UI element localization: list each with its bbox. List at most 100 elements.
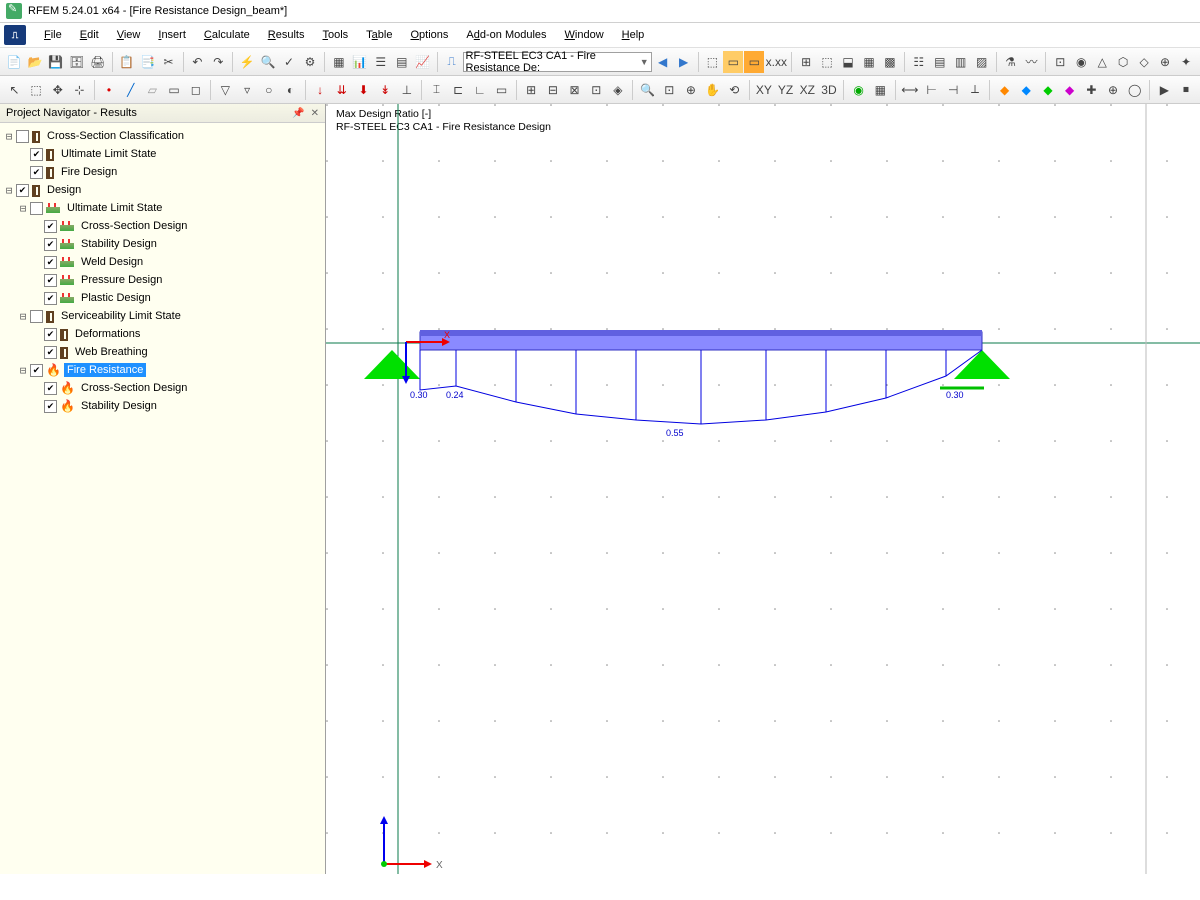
- tree-fire-resistance[interactable]: ⊟🔥 Fire Resistance: [2, 361, 323, 379]
- save-icon[interactable]: 💾: [46, 51, 66, 73]
- dim1-icon[interactable]: ⟷: [900, 79, 921, 101]
- sel2-icon[interactable]: ⬚: [26, 79, 47, 101]
- prev-icon[interactable]: ◀: [653, 51, 673, 73]
- menu-file[interactable]: File: [36, 27, 70, 43]
- copy-icon[interactable]: 📋: [117, 51, 137, 73]
- paste-icon[interactable]: 📑: [138, 51, 158, 73]
- surface-icon[interactable]: ▱: [142, 79, 163, 101]
- results3-icon[interactable]: ▭: [744, 51, 764, 73]
- menu-addon[interactable]: Add-on Modules: [458, 27, 554, 43]
- load2-icon[interactable]: ⇊: [331, 79, 352, 101]
- col1-icon[interactable]: ◆: [994, 79, 1015, 101]
- check-icon[interactable]: 🔍: [258, 51, 278, 73]
- col5-icon[interactable]: ✚: [1081, 79, 1102, 101]
- list-icon[interactable]: ☰: [371, 51, 391, 73]
- render1-icon[interactable]: ◉: [848, 79, 869, 101]
- secprop2-icon[interactable]: ⊏: [448, 79, 469, 101]
- hinge-icon[interactable]: ○: [258, 79, 279, 101]
- zoomall-icon[interactable]: ⊕: [681, 79, 702, 101]
- print-icon[interactable]: 🖨: [88, 51, 108, 73]
- extra6-icon[interactable]: ⊕: [1155, 51, 1175, 73]
- pan-icon[interactable]: ✋: [702, 79, 723, 101]
- menu-insert[interactable]: Insert: [150, 27, 194, 43]
- menu-options[interactable]: Options: [402, 27, 456, 43]
- close-icon[interactable]: ✕: [311, 108, 319, 119]
- set2-icon[interactable]: ⊟: [543, 79, 564, 101]
- render2-icon[interactable]: ▦: [870, 79, 891, 101]
- col7-icon[interactable]: ◯: [1124, 79, 1145, 101]
- results1-icon[interactable]: ⬚: [702, 51, 722, 73]
- load5-icon[interactable]: ⊥: [397, 79, 418, 101]
- viewport[interactable]: Max Design Ratio [-] RF-STEEL EC3 CA1 - …: [326, 104, 1200, 874]
- col3-icon[interactable]: ◆: [1038, 79, 1059, 101]
- tree-cross-section-classification[interactable]: ⊟ Cross-Section Classification: [2, 127, 323, 145]
- menu-calculate[interactable]: Calculate: [196, 27, 258, 43]
- sel3-icon[interactable]: ✥: [47, 79, 68, 101]
- diag5-icon[interactable]: ▩: [880, 51, 900, 73]
- module-icon[interactable]: ⎍: [442, 51, 462, 73]
- node-icon[interactable]: •: [99, 79, 120, 101]
- end1-icon[interactable]: ▶: [1154, 79, 1175, 101]
- secprop-icon[interactable]: ⌶: [426, 79, 447, 101]
- diag1-icon[interactable]: ⊞: [796, 51, 816, 73]
- next-icon[interactable]: ▶: [674, 51, 694, 73]
- set4-icon[interactable]: ⊡: [586, 79, 607, 101]
- menu-window[interactable]: Window: [557, 27, 612, 43]
- tree-web-breathing[interactable]: Web Breathing: [2, 343, 323, 361]
- dim4-icon[interactable]: ⟂: [965, 79, 986, 101]
- new-icon[interactable]: 📄: [4, 51, 24, 73]
- extra2-icon[interactable]: ◉: [1071, 51, 1091, 73]
- tool-icon[interactable]: ⚡: [237, 51, 257, 73]
- redo-icon[interactable]: ↷: [208, 51, 228, 73]
- smooth1-icon[interactable]: ☷: [909, 51, 929, 73]
- tree-uls[interactable]: Ultimate Limit State: [2, 145, 323, 163]
- tree-deformations[interactable]: Deformations: [2, 325, 323, 343]
- extra3-icon[interactable]: △: [1092, 51, 1112, 73]
- table-icon[interactable]: ▤: [392, 51, 412, 73]
- calc-icon[interactable]: ✓: [279, 51, 299, 73]
- line-icon[interactable]: ╱: [120, 79, 141, 101]
- tree-uls2[interactable]: ⊟ Ultimate Limit State: [2, 199, 323, 217]
- opening-icon[interactable]: ◻: [185, 79, 206, 101]
- extra4-icon[interactable]: ⬡: [1113, 51, 1133, 73]
- nodesup-icon[interactable]: ▽: [215, 79, 236, 101]
- smooth2-icon[interactable]: ▤: [930, 51, 950, 73]
- sel1-icon[interactable]: ↖: [4, 79, 25, 101]
- extra1-icon[interactable]: ⊡: [1050, 51, 1070, 73]
- extra5-icon[interactable]: ◇: [1134, 51, 1154, 73]
- tree-stability-design[interactable]: Stability Design: [2, 235, 323, 253]
- diag4-icon[interactable]: ▦: [859, 51, 879, 73]
- undo-icon[interactable]: ↶: [187, 51, 207, 73]
- diag2-icon[interactable]: ⬚: [817, 51, 837, 73]
- save-all-icon[interactable]: 🗄: [67, 51, 87, 73]
- load4-icon[interactable]: ↡: [375, 79, 396, 101]
- tree-serviceability[interactable]: ⊟ Serviceability Limit State: [2, 307, 323, 325]
- tree-weld-design[interactable]: Weld Design: [2, 253, 323, 271]
- zoomwin-icon[interactable]: ⊡: [659, 79, 680, 101]
- viewxy-icon[interactable]: XY: [754, 79, 775, 101]
- filter-icon[interactable]: ⚗: [1001, 51, 1021, 73]
- report-icon[interactable]: 📊: [350, 51, 370, 73]
- results2-icon[interactable]: ▭: [723, 51, 743, 73]
- tree-plastic-design[interactable]: Plastic Design: [2, 289, 323, 307]
- col6-icon[interactable]: ⊕: [1103, 79, 1124, 101]
- tree-cross-section-design[interactable]: Cross-Section Design: [2, 217, 323, 235]
- cut-icon[interactable]: ✂: [159, 51, 179, 73]
- menu-edit[interactable]: Edit: [72, 27, 107, 43]
- member-icon[interactable]: 〰: [1021, 51, 1041, 73]
- chart-icon[interactable]: 📈: [413, 51, 433, 73]
- tree-pressure-design[interactable]: Pressure Design: [2, 271, 323, 289]
- smooth3-icon[interactable]: ▥: [951, 51, 971, 73]
- zoom-icon[interactable]: 🔍: [637, 79, 658, 101]
- menu-view[interactable]: View: [109, 27, 149, 43]
- grid-icon[interactable]: ▦: [329, 51, 349, 73]
- tree-fr-stability[interactable]: 🔥 Stability Design: [2, 397, 323, 415]
- view3d-icon[interactable]: 3D: [819, 79, 840, 101]
- tree-fire-design[interactable]: Fire Design: [2, 163, 323, 181]
- menu-help[interactable]: Help: [614, 27, 653, 43]
- set5-icon[interactable]: ◈: [608, 79, 629, 101]
- rotate-icon[interactable]: ⟲: [724, 79, 745, 101]
- tree-fr-cross-section[interactable]: 🔥 Cross-Section Design: [2, 379, 323, 397]
- viewyz-icon[interactable]: YZ: [775, 79, 796, 101]
- tree-design[interactable]: ⊟ Design: [2, 181, 323, 199]
